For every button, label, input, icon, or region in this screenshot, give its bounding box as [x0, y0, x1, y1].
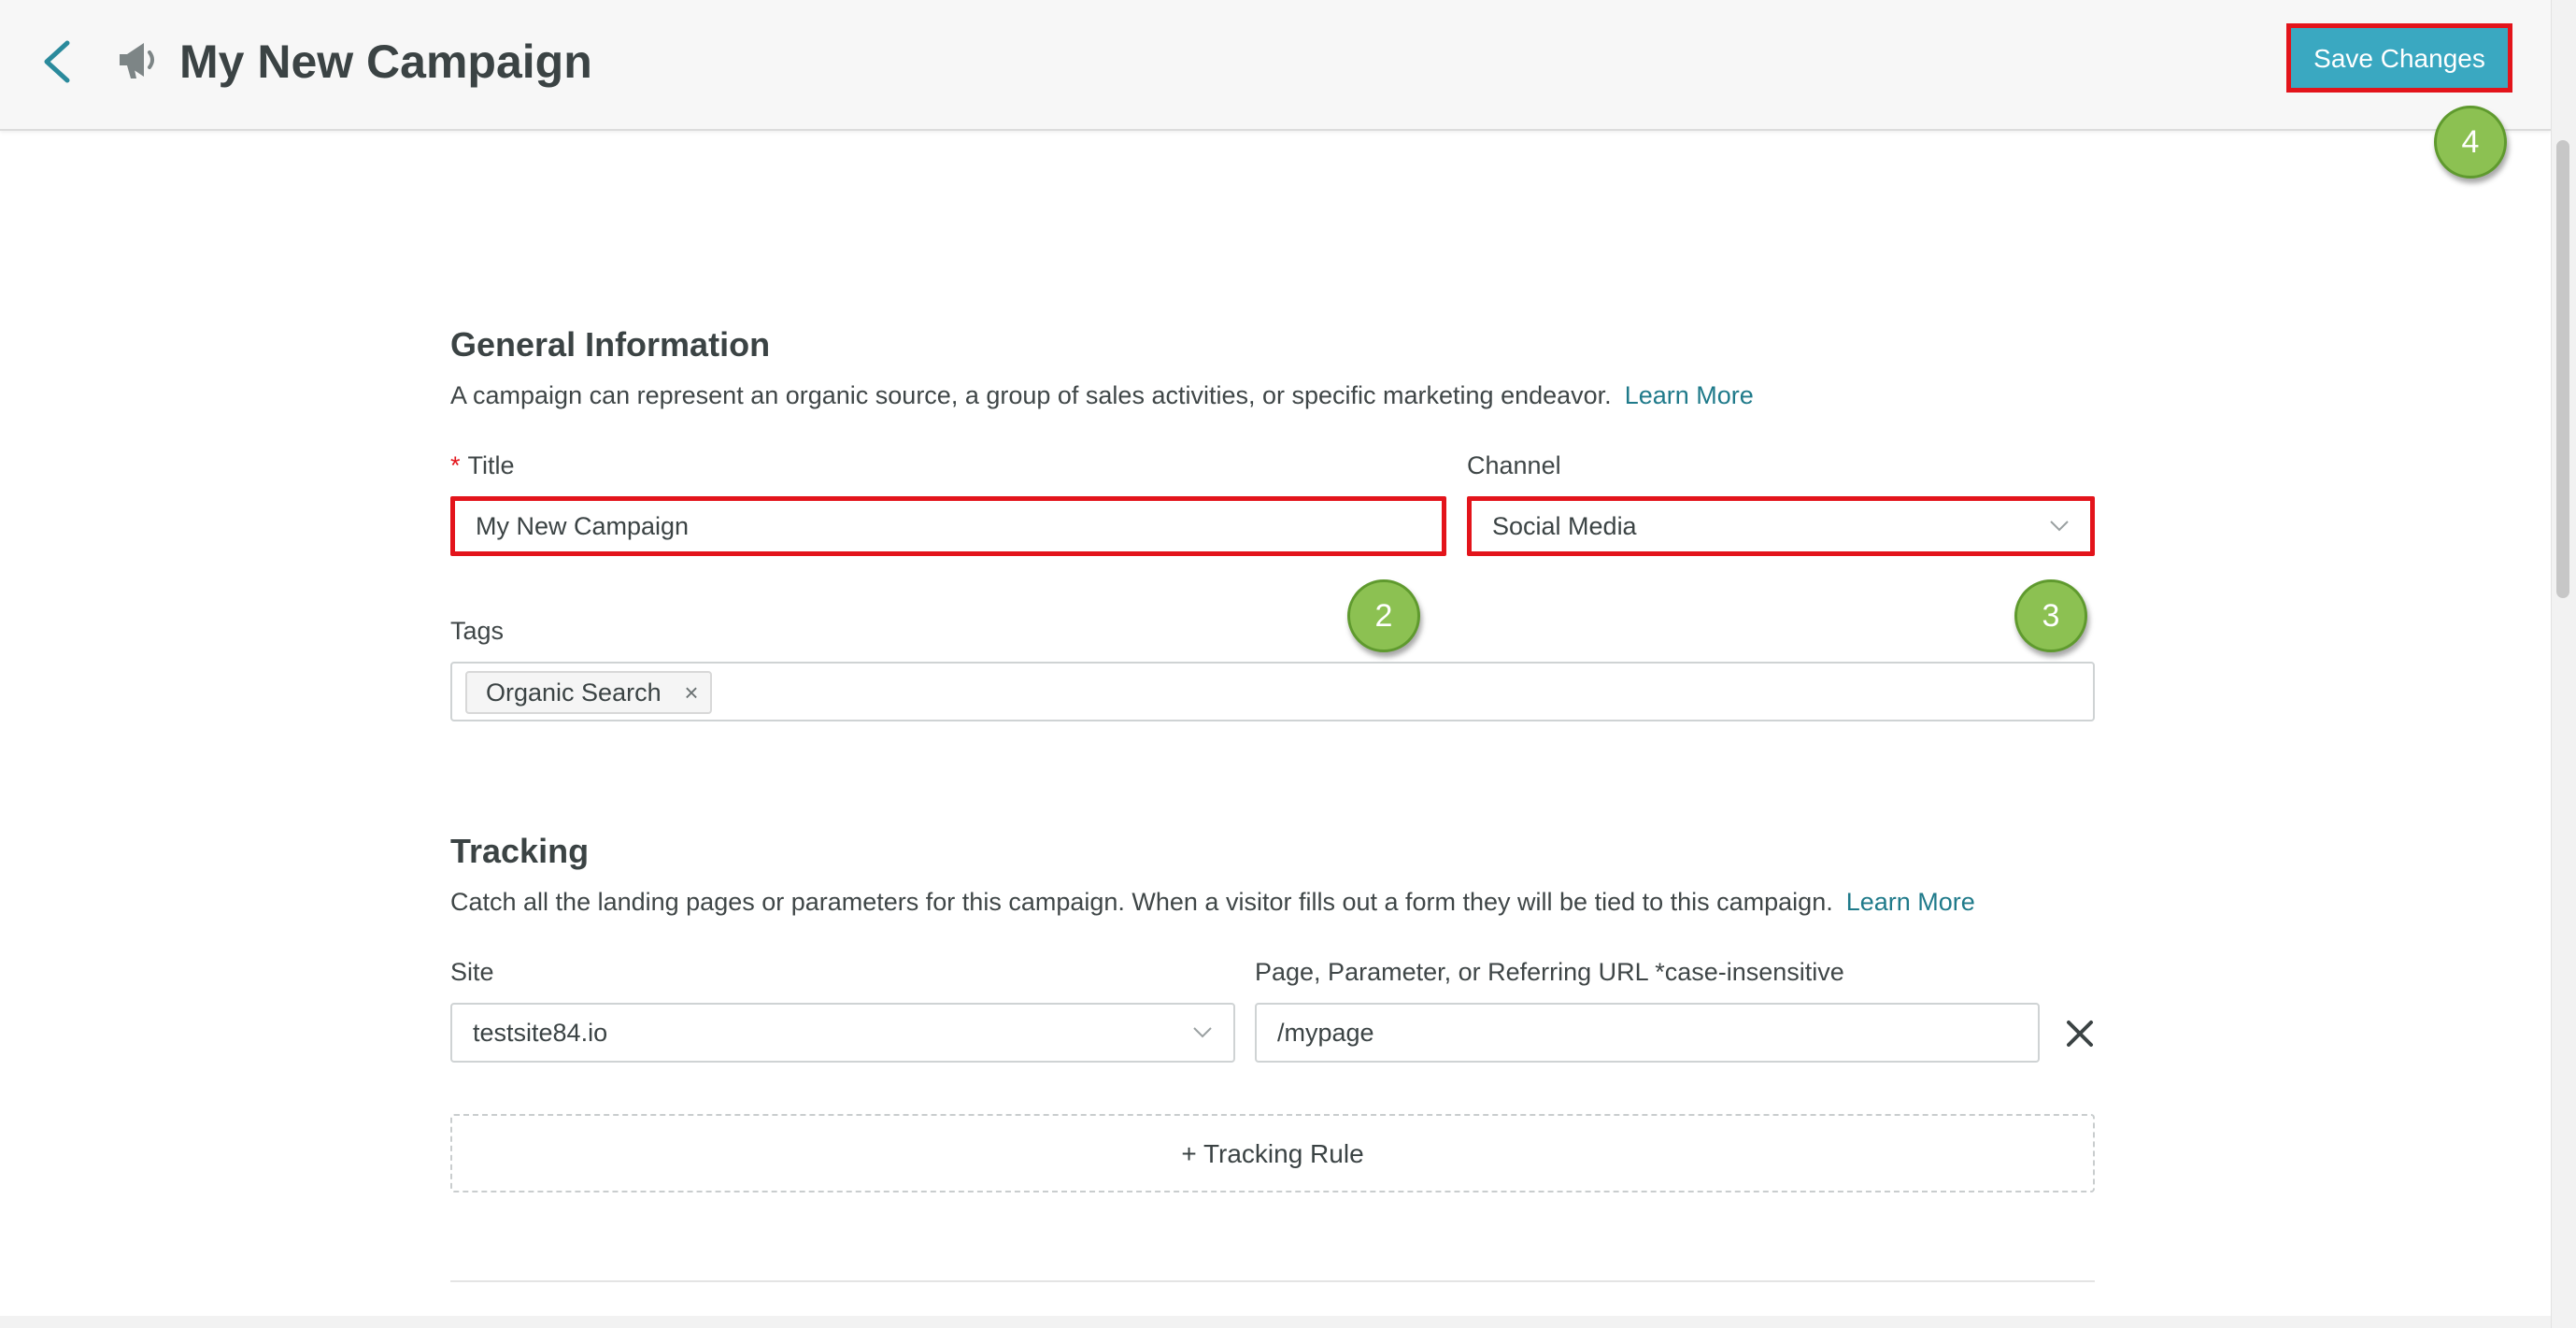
url-input[interactable]: /mypage [1255, 1003, 2040, 1063]
url-input-value: /mypage [1277, 1019, 1374, 1047]
required-marker: * [450, 451, 461, 479]
page-title: My New Campaign [179, 36, 592, 88]
tag-chip: Organic Search × [465, 671, 712, 714]
horizontal-scrollbar[interactable] [0, 1316, 2551, 1328]
page-header: My New Campaign Save Changes [0, 0, 2551, 131]
site-select[interactable]: testsite84.io [450, 1003, 1235, 1063]
site-label: Site [450, 958, 494, 986]
site-select-value: testsite84.io [473, 1019, 608, 1047]
general-information-heading: General Information [450, 325, 771, 364]
title-input-value: My New Campaign [476, 512, 690, 540]
step-callout-4: 4 [2434, 106, 2507, 178]
tag-chip-label: Organic Search [486, 678, 662, 707]
url-label: Page, Parameter, or Referring URL *case-… [1255, 958, 1844, 986]
megaphone-icon [120, 43, 154, 79]
step-callout-2: 2 [1347, 579, 1420, 652]
general-description-text: A campaign can represent an organic sour… [450, 381, 1612, 409]
tracking-description-text: Catch all the landing pages or parameter… [450, 888, 1833, 916]
general-learn-more-link[interactable]: Learn More [1625, 381, 1754, 409]
chevron-down-icon [1193, 1027, 1212, 1038]
save-changes-button[interactable]: Save Changes [2286, 23, 2512, 93]
title-input[interactable]: My New Campaign [450, 496, 1446, 556]
tags-label: Tags [450, 617, 505, 645]
tracking-heading: Tracking [450, 832, 590, 870]
add-tracking-rule-button[interactable]: + Tracking Rule [450, 1114, 2095, 1192]
title-label-text: Title [467, 451, 515, 479]
section-divider [450, 1280, 2095, 1282]
channel-select-value: Social Media [1492, 512, 1637, 540]
step-callout-3: 3 [2014, 579, 2087, 652]
title-label: * Title [450, 451, 515, 480]
tracking-learn-more-link[interactable]: Learn More [1846, 888, 1975, 916]
tags-input[interactable]: Organic Search × [450, 662, 2095, 721]
general-information-description: A campaign can represent an organic sour… [450, 381, 1754, 410]
chevron-left-icon[interactable] [36, 36, 78, 88]
tag-remove-icon[interactable]: × [684, 673, 698, 712]
close-icon[interactable] [2063, 1017, 2097, 1050]
tracking-description: Catch all the landing pages or parameter… [450, 888, 1975, 917]
scrollbar-thumb[interactable] [2556, 140, 2569, 598]
channel-label: Channel [1467, 451, 1561, 479]
chevron-down-icon [2050, 521, 2069, 532]
channel-select[interactable]: Social Media [1467, 496, 2095, 556]
